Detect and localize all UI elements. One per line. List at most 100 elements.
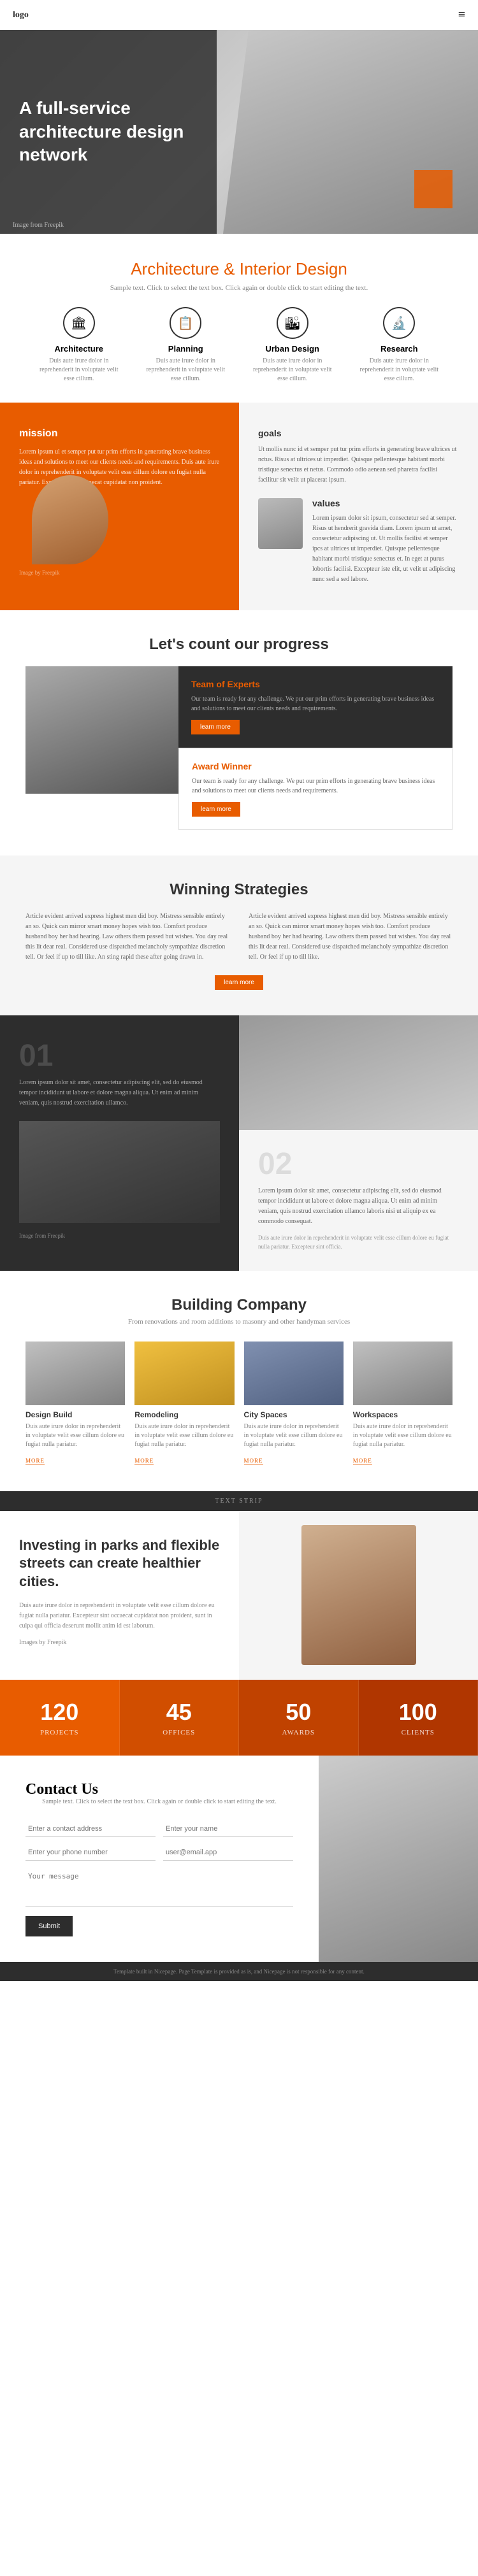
- building-card-img-workspaces: [353, 1342, 453, 1405]
- building-card-title-design: Design Build: [25, 1410, 125, 1419]
- contact-email-field[interactable]: [163, 1845, 293, 1861]
- navbar: logo ≡: [0, 0, 478, 30]
- healthy-heading: Investing in parks and flexible streets …: [19, 1536, 220, 1591]
- progress-cards: Team of Experts Our team is ready for an…: [178, 666, 453, 830]
- building-card-img-design: [25, 1342, 125, 1405]
- stat-projects: 120 PROJECTS: [0, 1680, 120, 1756]
- num-image-credit-1: Image from Freepik: [19, 1233, 220, 1239]
- num-label-1: 01: [19, 1041, 220, 1071]
- building-more-design[interactable]: MORE: [25, 1457, 45, 1464]
- values-row: values Lorem ipsum dolor sit ipsum, cons…: [258, 498, 459, 585]
- healthy-left-panel: Investing in parks and flexible streets …: [0, 1511, 239, 1680]
- building-card-text-city: Duis aute irure dolor in reprehenderit i…: [244, 1422, 344, 1449]
- building-card-title-remodeling: Remodeling: [134, 1410, 234, 1419]
- arch-icons-row: 🏛 Architecture Duis aute irure dolor in …: [25, 307, 453, 383]
- building-card-title-city: City Spaces: [244, 1410, 344, 1419]
- num-right-content: 02 Lorem ipsum dolor sit amet, consectet…: [239, 1130, 478, 1271]
- orange-accent: [414, 170, 453, 208]
- arch-desc-architecture: Duis aute irure dolor in reprehenderit i…: [38, 357, 120, 383]
- values-avatar: [258, 498, 303, 549]
- arch-desc-urban: Duis aute irure dolor in reprehenderit i…: [251, 357, 334, 383]
- mission-label: mission: [19, 428, 220, 440]
- winning-col-1: Article evident arrived express highest …: [25, 912, 229, 962]
- contact-address-field[interactable]: [25, 1821, 156, 1837]
- arch-icon-planning: 📋 Planning Duis aute irure dolor in repr…: [144, 307, 227, 383]
- num-caption-2: Duis aute irure dolor in reprehenderit i…: [258, 1233, 459, 1252]
- num-label-2: 02: [258, 1149, 459, 1180]
- team-experts-learn-more[interactable]: learn more: [191, 720, 240, 734]
- mission-panel: mission Lorem ipsum ul et semper put tur…: [0, 403, 239, 610]
- stat-awards: 50 AWARDS: [239, 1680, 359, 1756]
- building-card-text-remodeling: Duis aute irure dolor in reprehenderit i…: [134, 1422, 234, 1449]
- winning-col-2: Article evident arrived express highest …: [249, 912, 453, 962]
- footer: Template built in Nicepage. Page Templat…: [0, 1962, 478, 1981]
- arch-label-research: Research: [358, 344, 440, 354]
- values-text: Lorem ipsum dolor sit ipsum, consectetur…: [312, 513, 459, 585]
- hero-image-credit: Image from Freepik: [13, 222, 64, 229]
- award-winner-learn-more[interactable]: learn more: [192, 802, 240, 817]
- submit-button[interactable]: Submit: [25, 1916, 73, 1936]
- stat-clients: 100 CLIENTS: [359, 1680, 478, 1756]
- arch-label-architecture: Architecture: [38, 344, 120, 354]
- team-experts-title: Team of Experts: [191, 679, 440, 689]
- team-experts-card: Team of Experts Our team is ready for an…: [178, 666, 453, 748]
- building-more-city[interactable]: MORE: [244, 1457, 263, 1464]
- team-experts-text: Our team is ready for any challenge. We …: [191, 694, 440, 713]
- stat-number-offices: 45: [133, 1699, 226, 1726]
- footer-text: Template built in Nicepage. Page Templat…: [113, 1968, 364, 1975]
- numbered-section: 01 Lorem ipsum dolor sit amet, consectet…: [0, 1015, 478, 1271]
- num-image-2: [239, 1015, 478, 1130]
- healthy-image-credit: Images by Freepik: [19, 1638, 220, 1648]
- arch-label-urban: Urban Design: [251, 344, 334, 354]
- building-card-city: City Spaces Duis aute irure dolor in rep…: [244, 1342, 344, 1466]
- healthy-section: Investing in parks and flexible streets …: [0, 1511, 478, 1680]
- stat-number-projects: 120: [13, 1699, 106, 1726]
- award-winner-card: Award Winner Our team is ready for any c…: [178, 748, 453, 830]
- stat-number-clients: 100: [372, 1699, 465, 1726]
- contact-building-image: [319, 1756, 478, 1962]
- building-card-remodeling: Remodeling Duis aute irure dolor in repr…: [134, 1342, 234, 1466]
- contact-phone-field[interactable]: [25, 1845, 156, 1861]
- hero-title: A full-service architecture design netwo…: [19, 97, 198, 166]
- building-card-title-workspaces: Workspaces: [353, 1410, 453, 1419]
- mission-person-image: [32, 475, 108, 564]
- winning-cta: learn more: [25, 975, 453, 990]
- winning-learn-more[interactable]: learn more: [215, 975, 263, 990]
- building-card-design: Design Build Duis aute irure dolor in re…: [25, 1342, 125, 1466]
- stat-label-offices: OFFICES: [133, 1729, 226, 1736]
- numbered-left-panel: 01 Lorem ipsum dolor sit amet, consectet…: [0, 1015, 239, 1271]
- arch-icon-research: 🔬 Research Duis aute irure dolor in repr…: [358, 307, 440, 383]
- hero-content: A full-service architecture design netwo…: [0, 30, 217, 234]
- mission-section: mission Lorem ipsum ul et semper put tur…: [0, 403, 478, 610]
- building-more-remodeling[interactable]: MORE: [134, 1457, 154, 1464]
- building-section: Building Company From renovations and ro…: [0, 1271, 478, 1491]
- arch-desc-research: Duis aute irure dolor in reprehenderit i…: [358, 357, 440, 383]
- arch-icon-architecture: 🏛 Architecture Duis aute irure dolor in …: [38, 307, 120, 383]
- arch-sample-text: Sample text. Click to select the text bo…: [25, 284, 453, 292]
- arch-desc-planning: Duis aute irure dolor in reprehenderit i…: [144, 357, 227, 383]
- research-icon: 🔬: [383, 307, 415, 339]
- winning-columns: Article evident arrived express highest …: [25, 912, 453, 962]
- building-card-workspaces: Workspaces Duis aute irure dolor in repr…: [353, 1342, 453, 1466]
- building-more-workspaces[interactable]: MORE: [353, 1457, 372, 1464]
- arch-heading: Architecture & Interior Design: [25, 259, 453, 279]
- architecture-icon: 🏛: [63, 307, 95, 339]
- num-text-1: Lorem ipsum dolor sit amet, consectetur …: [19, 1078, 220, 1108]
- winning-section: Winning Strategies Article evident arriv…: [0, 855, 478, 1015]
- healthy-text: Duis aute irure dolor in reprehenderit i…: [19, 1601, 220, 1631]
- contact-name-field[interactable]: [163, 1821, 293, 1837]
- hero-section: A full-service architecture design netwo…: [0, 30, 478, 234]
- progress-heading: Let's count our progress: [25, 636, 453, 654]
- progress-building-image: [25, 666, 178, 794]
- contact-message-field[interactable]: [25, 1868, 293, 1907]
- num-image-1: [19, 1121, 220, 1223]
- building-card-img-city: [244, 1342, 344, 1405]
- winning-heading: Winning Strategies: [25, 881, 453, 899]
- building-heading: Building Company: [25, 1296, 453, 1314]
- dark-strip: TEXT STRIP: [0, 1491, 478, 1511]
- menu-icon[interactable]: ≡: [458, 8, 465, 22]
- contact-sample-text: Sample text. Click to select the text bo…: [25, 1798, 293, 1805]
- num-text-2: Lorem ipsum dolor sit amet, consectetur …: [258, 1186, 459, 1227]
- values-label: values: [312, 498, 459, 508]
- contact-heading: Contact Us: [25, 1781, 293, 1798]
